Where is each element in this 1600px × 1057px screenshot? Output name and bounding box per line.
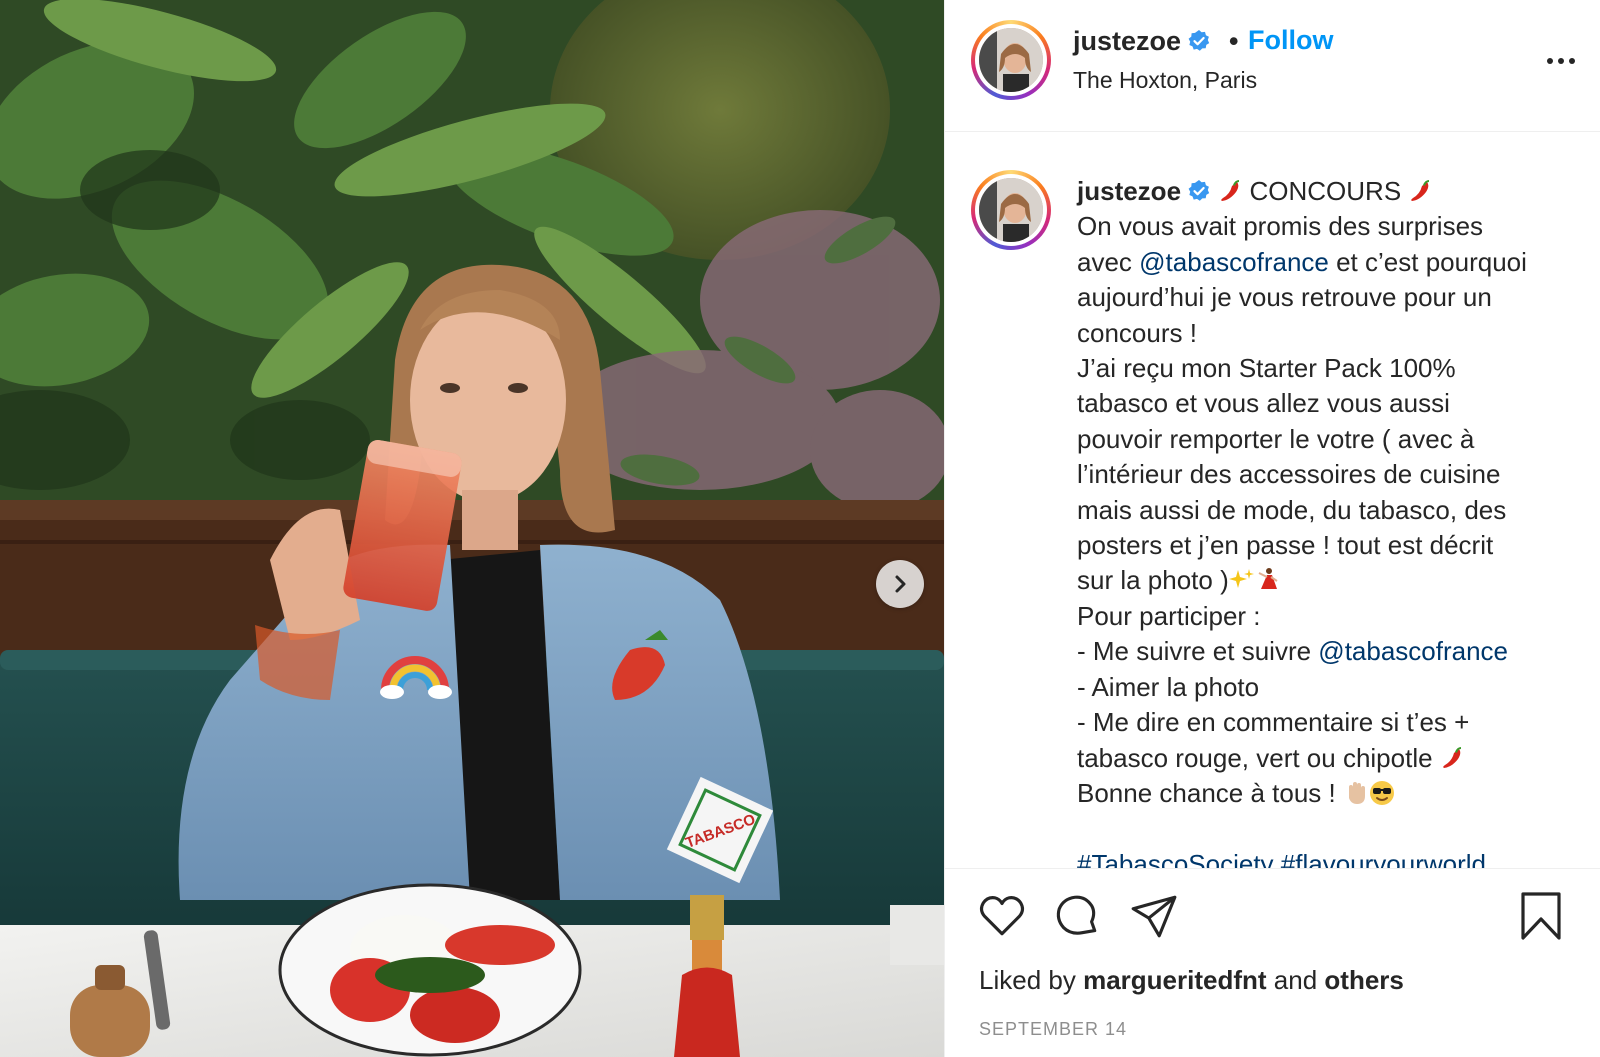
caption-line: Bonne chance à tous ! <box>1077 776 1577 811</box>
liked-by-user-link[interactable]: margueritedfnt <box>1083 965 1266 995</box>
caption-text-segment: Bonne chance à tous ! <box>1077 777 1336 808</box>
verified-badge-icon <box>1188 30 1210 51</box>
avatar-image <box>979 178 1043 242</box>
caption-title: CONCOURS <box>1249 176 1402 206</box>
liked-by-others-link[interactable]: others <box>1324 965 1403 995</box>
caption-line: - Me suivre et suivre @tabascofrance <box>1077 634 1577 669</box>
caption-text-segment: avec <box>1077 246 1140 277</box>
caption-line: tabasco rouge, vert ou chipotle <box>1077 741 1577 776</box>
header-separator: • <box>1229 26 1239 56</box>
caption-text: justezoe CONCOURS On vous avait promis d… <box>1077 174 1577 868</box>
post-location[interactable]: The Hoxton, Paris <box>1073 67 1257 94</box>
caption-avatar[interactable] <box>971 170 1051 250</box>
hashtags[interactable]: #TabascoSociety #flavouryourworld <box>1077 847 1577 868</box>
caption-line: - Aimer la photo <box>1077 671 1260 702</box>
caption-username[interactable]: justezoe <box>1077 176 1181 206</box>
post-header: justezoe • Follow The Hoxton, Paris <box>945 0 1600 132</box>
caption-line: - Me dire en commentaire si t’es + <box>1077 707 1470 738</box>
post-panel: justezoe • Follow The Hoxton, Paris just… <box>944 0 1600 1057</box>
verified-badge-icon <box>1188 180 1210 201</box>
caption-line: On vous avait promis des surprises <box>1077 211 1484 242</box>
likes-and: and <box>1273 965 1318 995</box>
waving-hand-icon <box>1348 781 1365 804</box>
post-photo[interactable]: TABASCO <box>0 0 944 1057</box>
caption-line: concours ! <box>1077 317 1197 348</box>
caption-line: J’ai reçu mon Starter Pack 100% <box>1077 353 1456 384</box>
bookmark-icon[interactable] <box>1518 891 1564 941</box>
caption-line: Pour participer : <box>1077 600 1261 631</box>
caption-text-segment: - Me suivre et suivre <box>1077 636 1319 667</box>
caption-line: tabasco et vous allez vous aussi <box>1077 388 1450 419</box>
caption-line: avec @tabascofrance et c’est pourquoi <box>1077 245 1577 280</box>
caption-line: pouvoir remporter le votre ( avec à <box>1077 423 1475 454</box>
sunglasses-face-icon <box>1369 780 1394 805</box>
caption-first-line: justezoe CONCOURS <box>1077 174 1577 209</box>
caption-text-segment: sur la photo ) <box>1077 565 1229 596</box>
caption-area: justezoe CONCOURS On vous avait promis d… <box>945 132 1600 868</box>
dancer-icon <box>1258 568 1278 590</box>
caption-text-segment: et c’est pourquoi <box>1328 246 1527 277</box>
photo-scene: TABASCO <box>0 0 944 1057</box>
author-avatar[interactable] <box>971 20 1051 100</box>
post-date[interactable]: SEPTEMBER 14 <box>979 1019 1127 1040</box>
caption-line: mais aussi de mode, du tabasco, des <box>1077 494 1507 525</box>
hot-pepper-icon <box>1411 180 1430 201</box>
likes-prefix: Liked by <box>979 965 1076 995</box>
likes-summary: Liked by margueritedfnt and others <box>979 965 1404 996</box>
actions-area: Liked by margueritedfnt and others SEPTE… <box>945 868 1600 1057</box>
next-photo-button[interactable] <box>876 560 924 608</box>
comment-icon[interactable] <box>1052 891 1102 941</box>
avatar-image <box>979 28 1043 92</box>
caption-line: aujourd’hui je vous retrouve pour un <box>1077 282 1492 313</box>
follow-button[interactable]: Follow <box>1248 25 1333 56</box>
hot-pepper-icon <box>1221 180 1240 201</box>
caption-line: posters et j’en passe ! tout est décrit <box>1077 530 1494 561</box>
sparkles-icon <box>1228 569 1254 589</box>
author-username[interactable]: justezoe <box>1073 26 1211 57</box>
mention-link[interactable]: @tabascofrance <box>1318 636 1508 666</box>
caption-line: l’intérieur des accessoires de cuisine <box>1077 459 1501 490</box>
username-text[interactable]: justezoe <box>1073 26 1181 56</box>
caption-text-segment: tabasco rouge, vert ou chipotle <box>1077 742 1433 773</box>
more-options-icon[interactable] <box>1543 46 1579 76</box>
hot-pepper-icon <box>1442 746 1461 768</box>
chevron-right-icon <box>895 575 906 593</box>
mention-link[interactable]: @tabascofrance <box>1139 247 1329 277</box>
caption-line: sur la photo ) <box>1077 563 1577 598</box>
paper-plane-icon[interactable] <box>1129 891 1179 941</box>
heart-icon[interactable] <box>977 891 1027 941</box>
